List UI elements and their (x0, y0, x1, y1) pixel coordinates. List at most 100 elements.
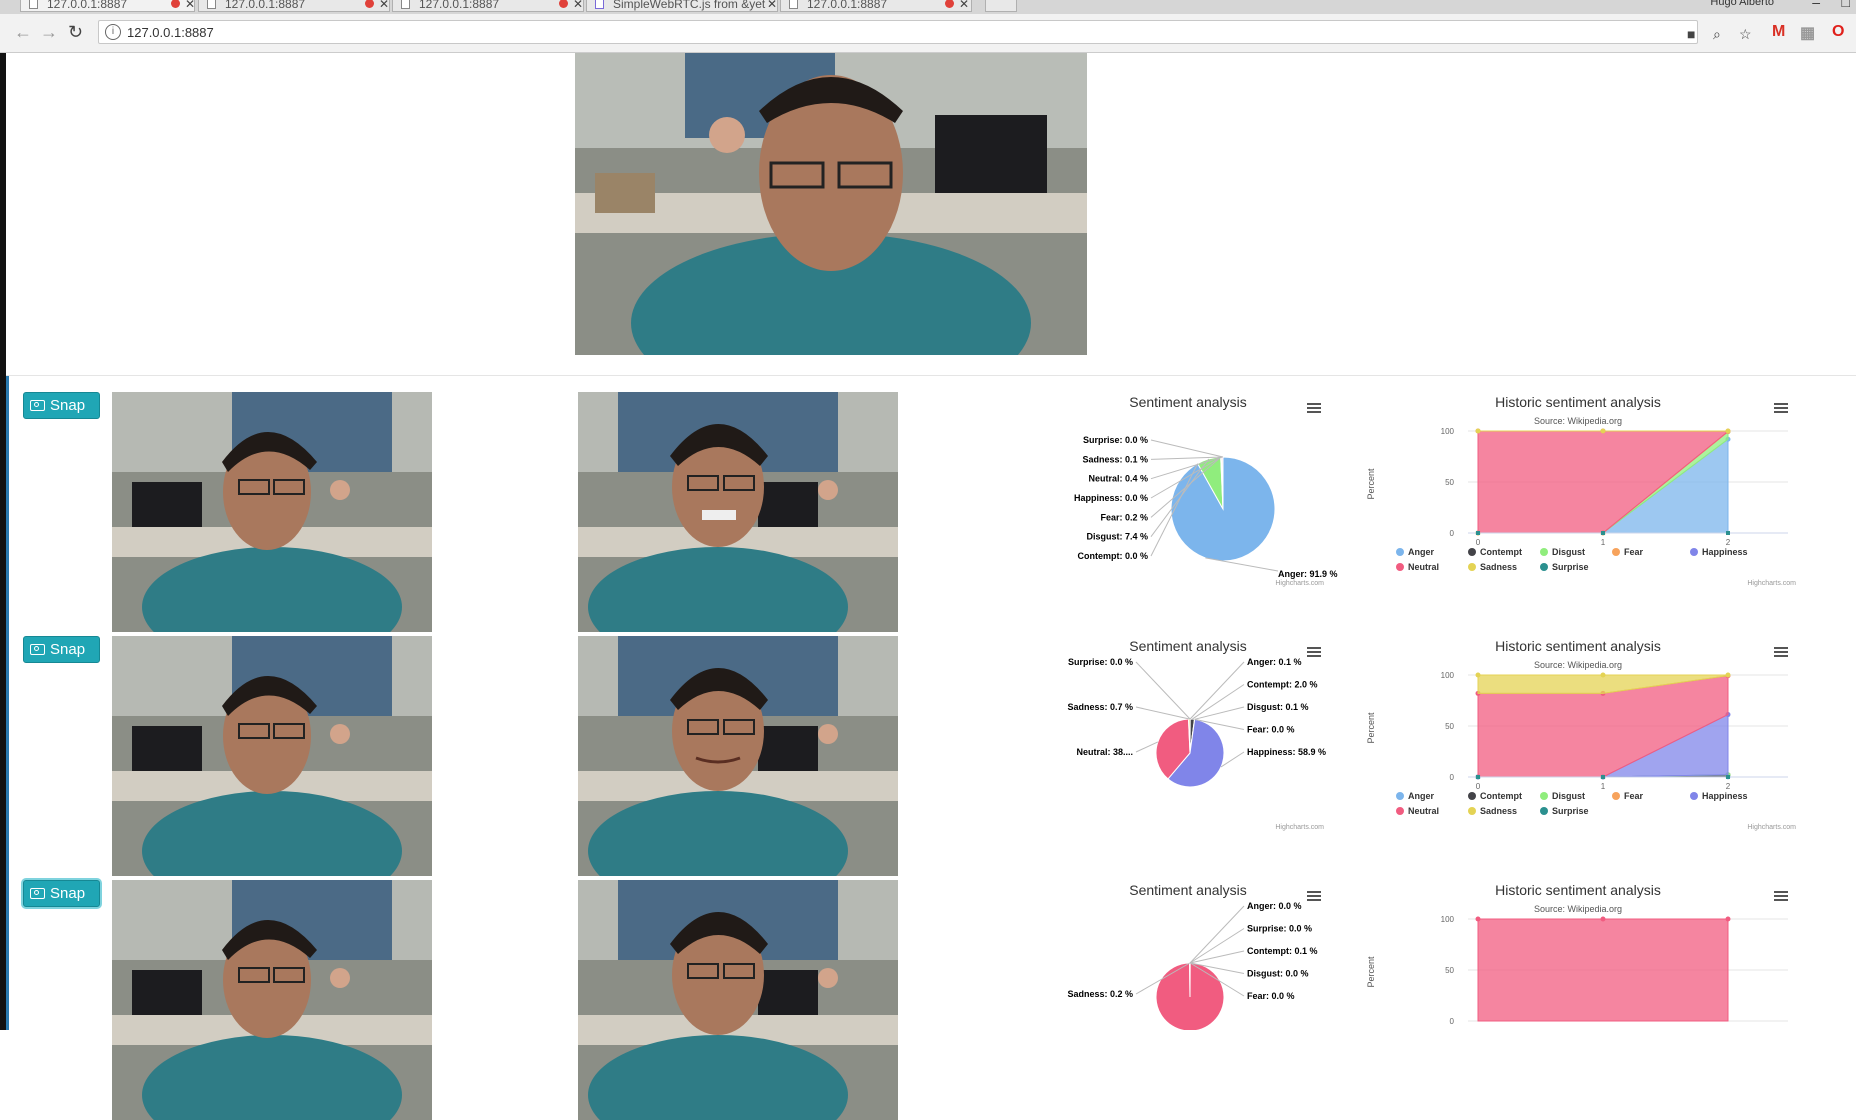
snapshot-image (112, 392, 432, 632)
close-icon[interactable]: ✕ (185, 0, 195, 12)
legend-marker (1540, 548, 1548, 556)
page-icon (29, 0, 38, 9)
camera-icon (30, 400, 45, 411)
pie-data-label: Contempt: 0.1 % (1247, 946, 1318, 956)
tab-title: 127.0.0.1:8887 (807, 0, 887, 11)
chart-menu-icon[interactable] (1307, 647, 1321, 658)
y-tick-label: 0 (1450, 1017, 1455, 1026)
close-icon[interactable]: ✕ (379, 0, 389, 12)
y-tick-label: 50 (1445, 966, 1454, 975)
browser-tab[interactable]: 127.0.0.1:8887 ✕ (780, 0, 972, 12)
chart-title: Historic sentiment analysis (1495, 882, 1661, 898)
chart-menu-icon[interactable] (1307, 891, 1321, 902)
x-tick-label: 1 (1601, 538, 1606, 547)
recording-icon (365, 0, 374, 8)
x-tick-label: 0 (1476, 782, 1481, 791)
legend-marker (1468, 548, 1476, 556)
pie-data-label: Sadness: 0.1 % (1082, 454, 1148, 464)
legend-item: Neutral (1408, 562, 1439, 572)
pie-data-label: Sadness: 0.7 % (1067, 702, 1133, 712)
data-point (1601, 917, 1606, 922)
baseline-marker (1601, 775, 1605, 779)
browser-tab[interactable]: SimpleWebRTC.js from &yet ✕ (586, 0, 778, 12)
new-tab-button[interactable] (985, 0, 1017, 12)
legend-marker (1612, 792, 1620, 800)
y-axis-label: Percent (1366, 956, 1376, 988)
gmail-icon[interactable]: M (1772, 23, 1785, 41)
info-icon[interactable]: i (105, 24, 121, 40)
pie-data-label: Contempt: 2.0 % (1247, 680, 1318, 690)
opera-icon[interactable]: O (1832, 23, 1844, 41)
pie-data-label: Contempt: 0.0 % (1077, 551, 1148, 561)
forward-icon[interactable]: → (40, 22, 58, 43)
chart-menu-icon[interactable] (1774, 647, 1788, 658)
chart-subtitle: Source: Wikipedia.org (1534, 904, 1622, 914)
y-tick-label: 0 (1450, 773, 1455, 782)
x-tick-label: 1 (1601, 782, 1606, 791)
data-point (1601, 673, 1606, 678)
left-accent (6, 375, 9, 1030)
pie-connector (1136, 707, 1189, 719)
back-icon[interactable]: ← (14, 22, 32, 43)
pie-data-label: Fear: 0.2 % (1100, 512, 1148, 522)
data-point (1726, 429, 1731, 434)
camera-icon[interactable]: ■ (1687, 26, 1695, 42)
baseline-marker (1726, 775, 1730, 779)
baseline-marker (1476, 531, 1480, 535)
pie-connector (1190, 951, 1244, 963)
x-tick-label: 0 (1476, 538, 1481, 547)
pie-data-label: Disgust: 0.0 % (1247, 969, 1309, 979)
snap-button[interactable]: Snap (23, 636, 100, 663)
legend-marker (1690, 792, 1698, 800)
browser-toolbar: ← → ↻ i 127.0.0.1:8887 ■ ⌕ ☆ M ▦ O (0, 14, 1856, 53)
pie-connector (1190, 929, 1244, 964)
browser-tab[interactable]: 127.0.0.1:8887 ✕ (392, 0, 584, 12)
legend-item: Happiness (1702, 791, 1748, 801)
close-icon[interactable]: ✕ (573, 0, 583, 12)
legend-item: Sadness (1480, 806, 1517, 816)
reload-icon[interactable]: ↻ (68, 22, 83, 43)
chart-menu-icon[interactable] (1774, 403, 1788, 414)
legend-item: Disgust (1552, 547, 1585, 557)
pie-data-label: Surprise: 0.0 % (1083, 435, 1148, 445)
chart-menu-icon[interactable] (1774, 891, 1788, 902)
profile-name[interactable]: Hugo Alberto (1710, 0, 1774, 8)
bookmark-star-icon[interactable]: ☆ (1739, 26, 1752, 43)
data-point (1726, 673, 1731, 678)
browser-tab[interactable]: 127.0.0.1:8887 ✕ (20, 0, 195, 12)
legend-marker (1690, 548, 1698, 556)
extension-icon[interactable]: ▦ (1800, 23, 1815, 43)
pie-data-label: Disgust: 0.1 % (1247, 702, 1309, 712)
url-text[interactable]: 127.0.0.1:8887 (127, 25, 214, 40)
pie-data-label: Happiness: 58.9 % (1247, 747, 1326, 757)
historic-area-chart: Historic sentiment analysisSource: Wikip… (1360, 389, 1800, 629)
recording-icon (559, 0, 568, 8)
x-tick-label: 2 (1726, 538, 1731, 547)
pie-data-label: Happiness: 0.0 % (1074, 493, 1148, 503)
zoom-icon[interactable]: ⌕ (1713, 26, 1721, 43)
close-icon[interactable]: ✕ (767, 0, 777, 12)
chart-credits: Highcharts.com (1275, 580, 1324, 587)
legend-item: Sadness (1480, 562, 1517, 572)
legend-marker (1396, 548, 1404, 556)
pie-data-label: Anger: 0.1 % (1247, 657, 1302, 667)
snap-button[interactable]: Snap (23, 880, 100, 907)
browser-tab-strip: 127.0.0.1:8887 ✕ 127.0.0.1:8887 ✕ 127.0.… (0, 0, 1856, 14)
snap-button[interactable]: Snap (23, 392, 100, 419)
legend-item: Neutral (1408, 806, 1439, 816)
pie-data-label: Surprise: 0.0 % (1068, 657, 1133, 667)
chart-subtitle: Source: Wikipedia.org (1534, 660, 1622, 670)
address-bar[interactable]: i 127.0.0.1:8887 ■ ⌕ ☆ (98, 20, 1698, 44)
close-icon[interactable]: ✕ (959, 0, 969, 12)
browser-tab[interactable]: 127.0.0.1:8887 ✕ (198, 0, 390, 12)
face-crop-image (578, 636, 898, 876)
page-icon (789, 0, 798, 9)
y-tick-label: 0 (1450, 529, 1455, 538)
snapshot-image (112, 636, 432, 876)
restore-icon[interactable]: □ (1842, 0, 1850, 10)
tab-title: 127.0.0.1:8887 (225, 0, 305, 11)
chart-menu-icon[interactable] (1307, 403, 1321, 414)
legend-item: Happiness (1702, 547, 1748, 557)
legend-marker (1540, 563, 1548, 571)
minimize-icon[interactable]: – (1812, 0, 1820, 10)
